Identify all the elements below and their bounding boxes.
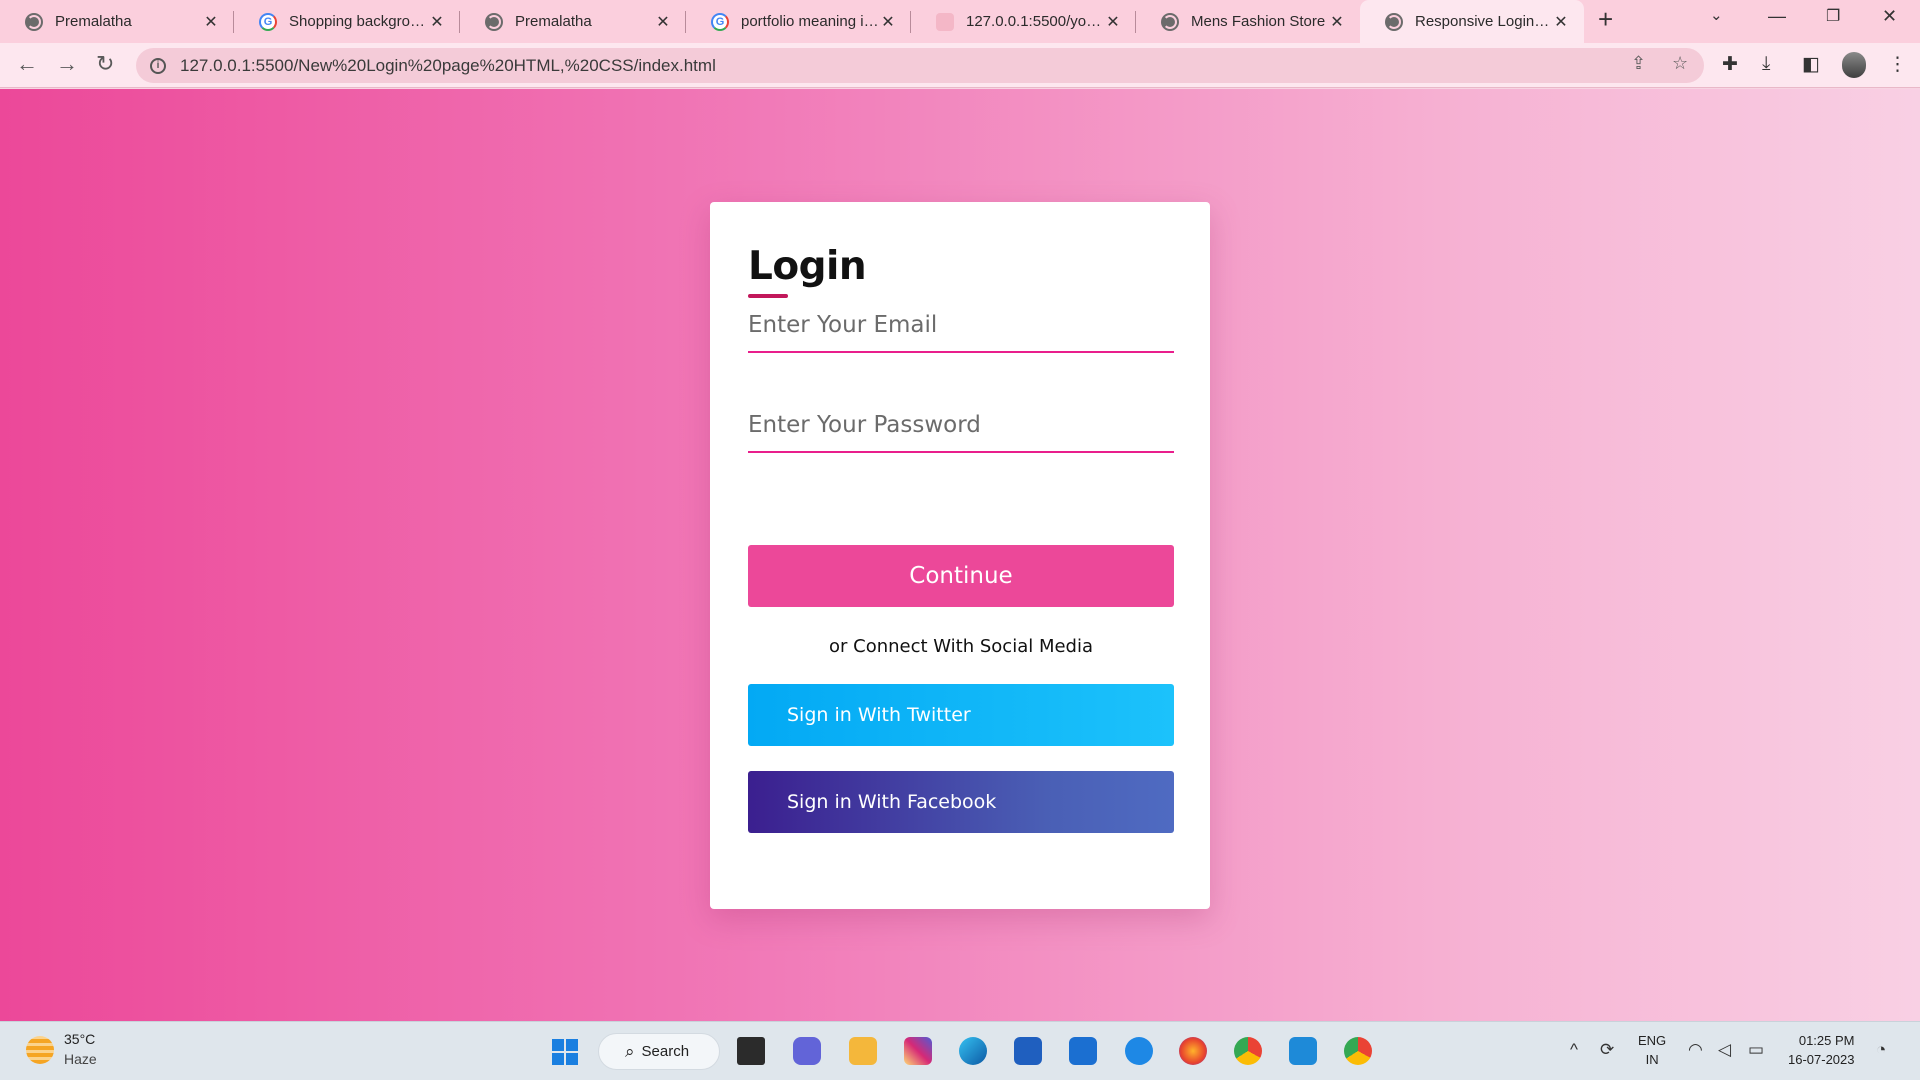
avatar[interactable] bbox=[1842, 52, 1866, 78]
firefox-icon[interactable] bbox=[1179, 1037, 1207, 1065]
close-window-icon[interactable]: ✕ bbox=[1882, 6, 1897, 27]
weather-description[interactable]: Haze bbox=[64, 1051, 97, 1067]
social-divider-text: or Connect With Social Media bbox=[828, 636, 1094, 657]
google-icon: G bbox=[259, 12, 277, 31]
search-icon: ⌕ bbox=[625, 1041, 635, 1061]
url-text[interactable]: 127.0.0.1:5500/New%20Login%20page%20HTML… bbox=[180, 56, 716, 76]
share-icon[interactable]: ⇪ bbox=[1631, 53, 1646, 74]
wifi-icon[interactable]: ◠ bbox=[1688, 1040, 1703, 1060]
close-tab-icon[interactable]: ✕ bbox=[428, 12, 446, 32]
site-info-icon[interactable]: i bbox=[150, 57, 166, 74]
browser-tab-active[interactable]: Responsive Login Forr ✕ bbox=[1360, 0, 1584, 43]
google-icon: G bbox=[711, 12, 729, 31]
menu-dots-icon[interactable]: ⋮ bbox=[1888, 53, 1907, 76]
windows-start-icon[interactable] bbox=[552, 1039, 578, 1065]
back-icon[interactable]: ← bbox=[16, 51, 38, 77]
globe-icon bbox=[1385, 12, 1403, 31]
close-tab-icon[interactable]: ✕ bbox=[1104, 12, 1122, 32]
tray-chevron-icon[interactable]: ^ bbox=[1570, 1040, 1578, 1060]
tab-title: 127.0.0.1:5500/youron bbox=[966, 13, 1104, 30]
globe-icon bbox=[485, 12, 503, 31]
password-input[interactable] bbox=[748, 399, 1174, 451]
language-indicator[interactable]: ENG IN bbox=[1638, 1031, 1666, 1069]
side-panel-icon[interactable]: ◧ bbox=[1802, 53, 1820, 76]
volume-icon[interactable]: ◁ bbox=[1718, 1040, 1731, 1060]
tab-strip: Premalatha ✕ G Shopping background ✕ Pre… bbox=[0, 0, 1920, 43]
weather-haze-icon[interactable] bbox=[26, 1036, 54, 1064]
close-tab-icon[interactable]: ✕ bbox=[202, 12, 220, 32]
email-field bbox=[748, 299, 1174, 353]
chrome-active-icon[interactable] bbox=[1344, 1037, 1372, 1065]
taskbar: 35°C Haze ⌕ Search ^ ⟳ ENG IN ◠ ◁ ▭ 01:2… bbox=[0, 1021, 1920, 1080]
browser-toolbar: ← → ↻ i 127.0.0.1:5500/New%20Login%20pag… bbox=[0, 43, 1920, 88]
extensions-icon[interactable]: ✚ bbox=[1722, 53, 1738, 76]
vscode-icon[interactable] bbox=[1289, 1037, 1317, 1065]
globe-icon bbox=[1161, 12, 1179, 31]
globe-icon bbox=[25, 12, 43, 31]
close-tab-icon[interactable]: ✕ bbox=[654, 12, 672, 32]
teams-chat-icon[interactable] bbox=[793, 1037, 821, 1065]
login-card: Login Continue or Connect With Social Me… bbox=[710, 202, 1210, 909]
system-clock[interactable]: 01:25 PM 16-07-2023 bbox=[1788, 1031, 1855, 1069]
tab-title: Shopping background bbox=[289, 13, 428, 30]
browser-tab[interactable]: 127.0.0.1:5500/youron ✕ bbox=[911, 0, 1136, 43]
title-underline bbox=[748, 294, 788, 298]
chrome-icon[interactable] bbox=[1234, 1037, 1262, 1065]
notifications-icon[interactable]: ◔ bbox=[1876, 1040, 1886, 1060]
bookmark-star-icon[interactable]: ☆ bbox=[1672, 53, 1688, 74]
minimize-icon[interactable]: — bbox=[1768, 6, 1786, 27]
new-tab-icon[interactable]: + bbox=[1598, 4, 1613, 35]
clock-date: 16-07-2023 bbox=[1788, 1052, 1855, 1067]
browser-tab[interactable]: G portfolio meaning in t ✕ bbox=[686, 0, 911, 43]
help-icon[interactable] bbox=[1125, 1037, 1153, 1065]
cloud-icon bbox=[936, 12, 954, 31]
language-code: ENG bbox=[1638, 1033, 1667, 1048]
tab-title: portfolio meaning in t bbox=[741, 13, 879, 30]
clock-time: 01:25 PM bbox=[1798, 1033, 1855, 1048]
tab-title: Responsive Login Forr bbox=[1415, 13, 1552, 30]
search-label: Search bbox=[641, 1043, 690, 1060]
tab-title: Mens Fashion Store bbox=[1191, 13, 1326, 30]
store-icon[interactable] bbox=[1014, 1037, 1042, 1065]
twitter-signin-button[interactable]: Sign in With Twitter bbox=[748, 684, 1174, 746]
download-icon[interactable]: ⤓ bbox=[1762, 53, 1770, 75]
address-bar[interactable]: i 127.0.0.1:5500/New%20Login%20page%20HT… bbox=[136, 48, 1704, 83]
email-input[interactable] bbox=[748, 299, 1174, 351]
app-icon[interactable] bbox=[1069, 1037, 1097, 1065]
browser-tab[interactable]: Premalatha ✕ bbox=[460, 0, 686, 43]
facebook-signin-button[interactable]: Sign in With Facebook bbox=[748, 771, 1174, 833]
tab-search-icon[interactable]: ⌄ bbox=[1710, 6, 1723, 24]
forward-icon[interactable]: → bbox=[56, 51, 78, 77]
region-code: IN bbox=[1645, 1052, 1659, 1067]
browser-tab[interactable]: Premalatha ✕ bbox=[0, 0, 234, 43]
weather-temperature[interactable]: 35°C bbox=[64, 1031, 95, 1047]
task-view-icon[interactable] bbox=[737, 1037, 765, 1065]
tab-title: Premalatha bbox=[55, 13, 132, 30]
close-tab-icon[interactable]: ✕ bbox=[1328, 12, 1346, 32]
battery-icon[interactable]: ▭ bbox=[1748, 1040, 1764, 1060]
close-tab-icon[interactable]: ✕ bbox=[879, 12, 897, 32]
page-background: Login Continue or Connect With Social Me… bbox=[0, 89, 1920, 1021]
edge-icon[interactable] bbox=[959, 1037, 987, 1065]
file-explorer-icon[interactable] bbox=[849, 1037, 877, 1065]
taskbar-search[interactable]: ⌕ Search bbox=[598, 1033, 720, 1070]
tab-title: Premalatha bbox=[515, 13, 592, 30]
restore-icon[interactable]: ❐ bbox=[1826, 6, 1840, 26]
instagram-icon[interactable] bbox=[904, 1037, 932, 1065]
reload-icon[interactable]: ↻ bbox=[96, 51, 114, 77]
login-title: Login bbox=[748, 244, 867, 289]
continue-button[interactable]: Continue bbox=[748, 545, 1174, 607]
browser-tab[interactable]: G Shopping background ✕ bbox=[234, 0, 460, 43]
browser-tab[interactable]: Mens Fashion Store ✕ bbox=[1136, 0, 1360, 43]
sync-icon[interactable]: ⟳ bbox=[1600, 1040, 1614, 1060]
close-tab-icon[interactable]: ✕ bbox=[1552, 12, 1570, 32]
password-field bbox=[748, 399, 1174, 453]
